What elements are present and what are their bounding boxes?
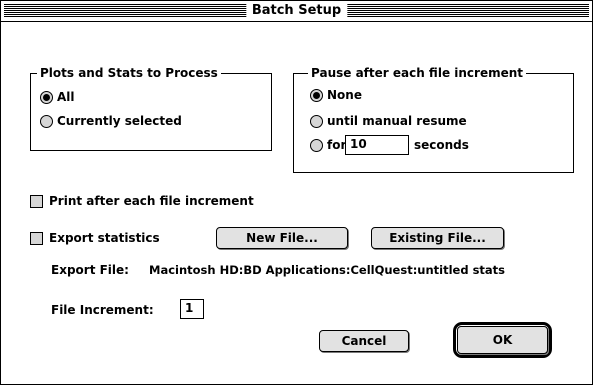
plots-stats-legend: Plots and Stats to Process <box>37 65 221 81</box>
plots-stats-group: Plots and Stats to Process All Currently… <box>30 65 272 151</box>
title-bar[interactable]: Batch Setup <box>1 1 592 22</box>
radio-none-indicator[interactable] <box>310 88 323 102</box>
radio-for-seconds-indicator[interactable] <box>310 138 323 152</box>
pause-legend: Pause after each file increment <box>308 65 527 81</box>
radio-currently-selected[interactable]: Currently selected <box>40 112 182 130</box>
seconds-input[interactable]: 10 <box>345 135 409 155</box>
seconds-label: seconds <box>414 138 469 152</box>
radio-manual-resume-indicator[interactable] <box>310 114 323 128</box>
radio-all[interactable]: All <box>40 88 75 106</box>
export-checkbox-label: Export statistics <box>49 231 160 245</box>
new-file-button[interactable]: New File... <box>216 227 348 249</box>
export-statistics-checkbox[interactable]: Export statistics <box>30 229 160 247</box>
export-file-label: Export File: <box>51 263 129 277</box>
batch-setup-window: Batch Setup Plots and Stats to Process A… <box>0 0 593 385</box>
pause-group: Pause after each file increment None unt… <box>293 65 574 173</box>
radio-manual-resume-label: until manual resume <box>327 114 467 128</box>
export-file-path: Macintosh HD:BD Applications:CellQuest:u… <box>149 263 506 277</box>
radio-all-label: All <box>57 90 75 104</box>
radio-none-label: None <box>327 88 362 102</box>
file-increment-input[interactable]: 1 <box>180 299 204 319</box>
print-after-increment-checkbox[interactable]: Print after each file increment <box>30 192 254 210</box>
radio-currently-selected-indicator[interactable] <box>40 114 53 128</box>
existing-file-button[interactable]: Existing File... <box>371 227 504 249</box>
print-checkbox-label: Print after each file increment <box>49 194 254 208</box>
export-checkbox-box[interactable] <box>30 231 43 245</box>
radio-for-label: for <box>327 138 347 152</box>
ok-button[interactable]: OK <box>457 326 548 354</box>
radio-manual-resume[interactable]: until manual resume <box>310 112 467 130</box>
radio-none[interactable]: None <box>310 86 362 104</box>
file-increment-label: File Increment: <box>51 303 154 317</box>
radio-currently-selected-label: Currently selected <box>57 114 182 128</box>
radio-all-indicator[interactable] <box>40 90 53 104</box>
print-checkbox-box[interactable] <box>30 194 43 208</box>
cancel-button[interactable]: Cancel <box>319 330 409 352</box>
window-title: Batch Setup <box>245 2 348 19</box>
radio-for-seconds[interactable]: for <box>310 136 346 154</box>
